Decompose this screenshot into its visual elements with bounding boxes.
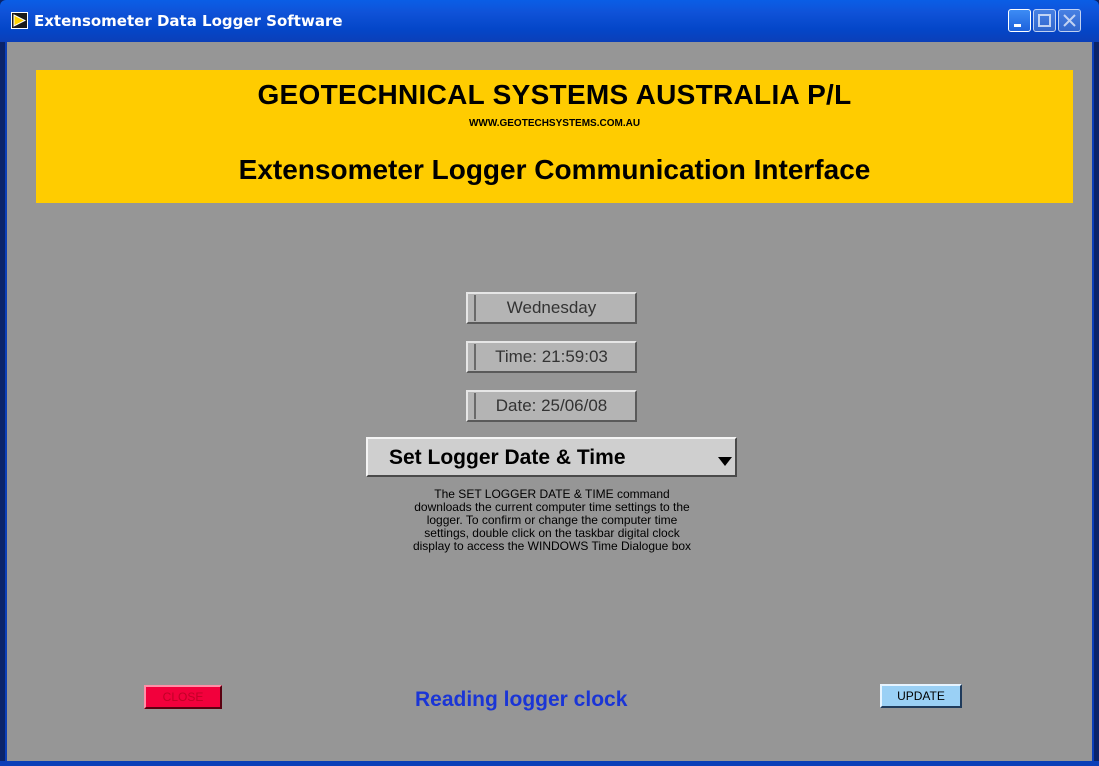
page-title: Extensometer Logger Communication Interf… [238, 154, 871, 185]
command-select[interactable]: Set Logger Date & Time [366, 437, 737, 477]
day-indicator: Wednesday [466, 292, 637, 324]
window-title: Extensometer Data Logger Software [34, 12, 343, 30]
title-bar[interactable]: Extensometer Data Logger Software [0, 0, 1099, 42]
window-bottom-border [0, 761, 1099, 766]
date-indicator: Date: 25/06/08 [466, 390, 637, 422]
command-help-text: The SET LOGGER DATE & TIME command downl… [378, 488, 726, 553]
header-banner: GEOTECHNICAL SYSTEMS AUSTRALIA P/L WWW.G… [36, 70, 1073, 203]
maximize-button[interactable] [1033, 9, 1056, 32]
app-window: Extensometer Data Logger Software GEOTEC… [0, 0, 1099, 766]
date-value: Date: 25/06/08 [495, 396, 608, 415]
minimize-button[interactable] [1008, 9, 1031, 32]
close-button[interactable]: CLOSE [144, 685, 222, 709]
labview-run-arrow-icon[interactable] [11, 12, 28, 29]
command-select-label: Set Logger Date & Time [389, 446, 626, 469]
close-window-button[interactable] [1058, 9, 1081, 32]
status-text: Reading logger clock [415, 688, 628, 711]
company-url: WWW.GEOTECHSYSTEMS.COM.AU [468, 118, 641, 129]
company-name: GEOTECHNICAL SYSTEMS AUSTRALIA P/L [257, 79, 852, 110]
help-line: display to access the WINDOWS Time Dialo… [412, 539, 692, 553]
dropdown-arrow-icon[interactable] [718, 454, 732, 472]
time-indicator: Time: 21:59:03 [466, 341, 637, 373]
time-value: Time: 21:59:03 [495, 347, 608, 366]
update-button[interactable]: UPDATE [880, 684, 962, 708]
day-value: Wednesday [506, 298, 597, 317]
